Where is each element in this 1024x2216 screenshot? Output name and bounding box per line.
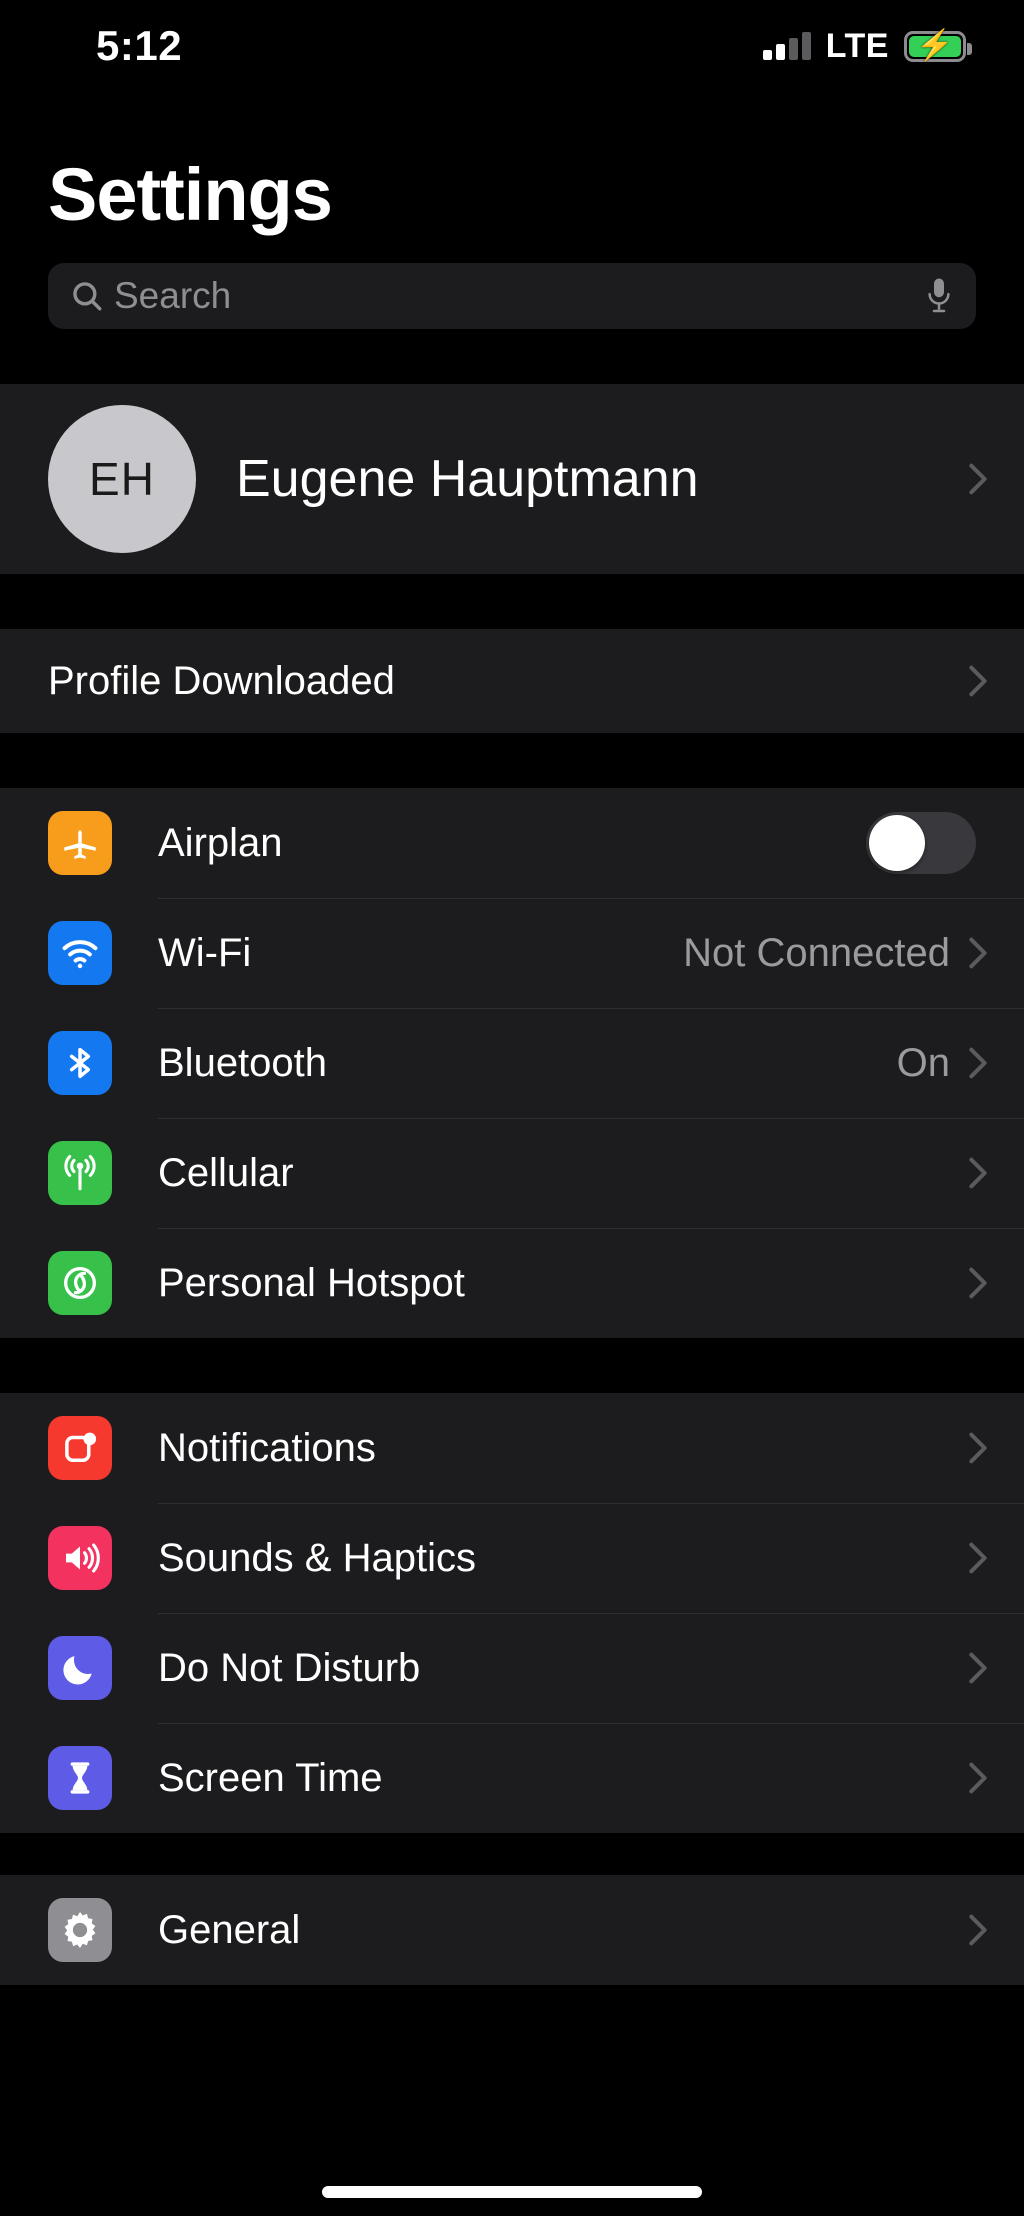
spacer [0,329,1024,384]
list-item-label: Screen Time [158,1755,383,1800]
spacer [0,1833,1024,1875]
status-bar: 5:12 LTE ⚡ [0,0,1024,92]
chevron-right-icon [968,1761,988,1795]
list-item-label: Cellular [158,1150,294,1195]
search-placeholder: Search [114,275,232,316]
cellular-bars-icon [762,32,811,60]
airplane-icon [48,811,112,875]
list-item-label: Personal Hotspot [158,1260,465,1305]
spacer [0,574,1024,629]
list-item-wifi[interactable]: Wi-Fi Not Connected [0,898,1024,1008]
list-item-do-not-disturb[interactable]: Do Not Disturb [0,1613,1024,1723]
page-title: Settings [48,153,333,236]
wifi-icon [48,921,112,985]
search-input[interactable]: Search [48,263,976,329]
bluetooth-icon [48,1031,112,1095]
list-item-personal-hotspot[interactable]: Personal Hotspot [0,1228,1024,1338]
list-item-notifications[interactable]: Notifications [0,1393,1024,1503]
list-item-label: Bluetooth [158,1040,328,1085]
list-item-label: Airplan [158,820,283,865]
airplane-mode-toggle[interactable] [866,812,976,874]
list-item-bluetooth[interactable]: Bluetooth On [0,1008,1024,1118]
list-item-value: Not Connected [683,930,950,975]
notifications-icon [48,1416,112,1480]
search-bar-container: Search [0,237,1024,329]
chevron-right-icon [968,1431,988,1465]
connectivity-group: Airplan Wi-Fi Not Connected Bluetooth On… [0,788,1024,1338]
profile-name: Eugene Hauptmann [236,450,699,508]
list-item-sounds-haptics[interactable]: Sounds & Haptics [0,1503,1024,1613]
chevron-right-icon [968,1266,988,1300]
chevron-right-icon [968,1913,988,1947]
chevron-right-icon [968,462,988,496]
status-bar-indicators: LTE ⚡ [762,26,972,66]
chevron-right-icon [968,936,988,970]
cellular-antenna-icon [48,1141,112,1205]
chevron-right-icon [968,1046,988,1080]
hotspot-link-icon [48,1251,112,1315]
hourglass-icon [48,1746,112,1810]
list-item-label: Do Not Disturb [158,1645,421,1690]
chevron-right-icon [968,1156,988,1190]
list-item-label: Wi-Fi [158,930,252,975]
profile-row[interactable]: EH Eugene Hauptmann [0,384,1024,574]
gear-icon [48,1898,112,1962]
home-indicator[interactable] [322,2186,702,2198]
list-item-airplane-mode[interactable]: Airplan [0,788,1024,898]
moon-icon [48,1636,112,1700]
list-item-label: General [158,1907,301,1952]
settings-screen: 5:12 LTE ⚡ Settings Search EH Eugene Hau… [0,0,1024,2216]
spacer [0,733,1024,788]
chevron-right-icon [968,1651,988,1685]
avatar: EH [48,405,196,553]
spacer [0,1338,1024,1393]
status-bar-network-type: LTE [825,26,889,65]
list-item-label: Notifications [158,1425,376,1470]
speaker-icon [48,1526,112,1590]
system-group: General [0,1875,1024,1985]
list-item-value: On [896,1040,950,1085]
alerts-group: Notifications Sounds & Haptics Do Not Di… [0,1393,1024,1833]
profile-downloaded-group: Profile Downloaded [0,629,1024,733]
profile-group: EH Eugene Hauptmann [0,384,1024,574]
profile-downloaded-label: Profile Downloaded [48,658,395,703]
list-item-label: Sounds & Haptics [158,1535,476,1580]
microphone-icon[interactable] [924,277,954,315]
list-item-cellular[interactable]: Cellular [0,1118,1024,1228]
list-item-screen-time[interactable]: Screen Time [0,1723,1024,1833]
search-icon [70,279,104,313]
list-item-general[interactable]: General [0,1875,1024,1985]
list-item-profile-downloaded[interactable]: Profile Downloaded [0,629,1024,733]
chevron-right-icon [968,1541,988,1575]
status-bar-time: 5:12 [96,22,183,69]
chevron-right-icon [968,664,988,698]
battery-charging-icon: ⚡ [904,30,972,62]
